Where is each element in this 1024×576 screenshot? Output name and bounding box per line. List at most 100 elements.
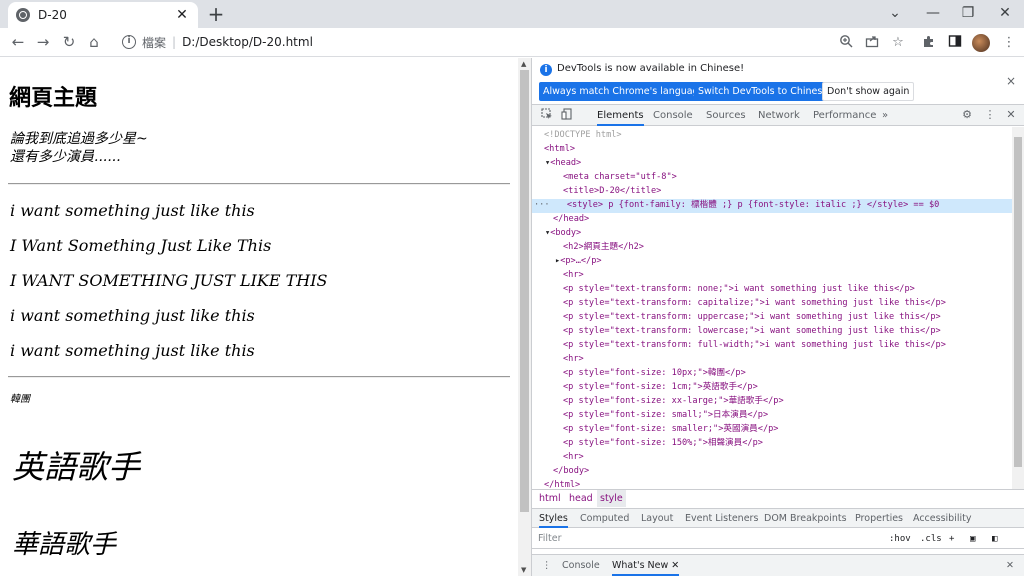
maximize-button[interactable]: ❐: [953, 3, 983, 23]
tab-layout[interactable]: Layout: [641, 509, 673, 528]
close-window-button[interactable]: ✕: [990, 3, 1020, 23]
address-separator: |: [172, 35, 177, 49]
device-toolbar-icon[interactable]: [560, 108, 574, 122]
scroll-down-icon[interactable]: ▼: [521, 566, 526, 574]
devtools-tabbar: Elements Console Sources Network Perform…: [532, 104, 1024, 126]
tab-event-listeners[interactable]: Event Listeners: [685, 509, 758, 528]
menu-icon[interactable]: ⋮: [1000, 34, 1018, 52]
dom-node[interactable]: <p style="text-transform: capitalize;">i…: [532, 297, 1012, 311]
tab-sources[interactable]: Sources: [706, 105, 746, 126]
drawer-tab-whats-new[interactable]: What's New ✕: [612, 555, 680, 576]
page-viewport: 網頁主題 論我到底追過多少星~ 還有多少演員...... i want some…: [0, 58, 518, 576]
scroll-thumb[interactable]: [520, 70, 529, 512]
tab-performance[interactable]: Performance: [813, 105, 876, 126]
dom-node[interactable]: <html>: [532, 143, 1012, 157]
dom-node[interactable]: <p style="font-size: smaller;">英國演員</p>: [532, 423, 1012, 437]
breadcrumb-html[interactable]: html: [536, 490, 564, 507]
dom-node[interactable]: <hr>: [532, 269, 1012, 283]
large-text: 英語歌手: [12, 448, 141, 486]
match-language-button[interactable]: Always match Chrome's language: [539, 82, 709, 101]
tab-console[interactable]: Console: [653, 105, 693, 126]
dom-node[interactable]: </head>: [532, 213, 1012, 227]
dom-node[interactable]: <p style="text-transform: full-width;">i…: [532, 339, 1012, 353]
dom-node[interactable]: <h2>網頁主題</h2>: [532, 241, 1012, 255]
scroll-thumb[interactable]: [1014, 137, 1022, 467]
scroll-up-icon[interactable]: ▲: [521, 60, 526, 68]
tab-close-icon[interactable]: ✕: [174, 7, 190, 23]
home-button[interactable]: ⌂: [84, 32, 104, 52]
dom-node[interactable]: <hr>: [532, 451, 1012, 465]
tab-computed[interactable]: Computed: [580, 509, 629, 528]
dom-node[interactable]: <p style="text-transform: none;">i want …: [532, 283, 1012, 297]
drawer-tab-console[interactable]: Console: [562, 555, 600, 576]
drawer-tab-label: What's New: [612, 560, 669, 571]
share-icon[interactable]: [863, 34, 881, 52]
paint-icon[interactable]: ▣: [970, 529, 975, 549]
dom-node[interactable]: <p style="text-transform: lowercase;">i …: [532, 325, 1012, 339]
infobar-close-icon[interactable]: ×: [1006, 74, 1016, 88]
new-rule-icon[interactable]: +: [949, 529, 954, 549]
elements-tree[interactable]: <!DOCTYPE html> <html> ▾<head> <meta cha…: [532, 127, 1012, 490]
extensions-icon[interactable]: [920, 34, 938, 52]
reload-button[interactable]: ↻: [59, 32, 79, 52]
settings-icon[interactable]: ⚙: [960, 108, 974, 122]
filter-input[interactable]: Filter: [538, 529, 562, 549]
dom-node[interactable]: <p style="font-size: 10px;">韓團</p>: [532, 367, 1012, 381]
text-line-none: i want something just like this: [10, 201, 255, 220]
minimize-button[interactable]: —: [918, 3, 948, 23]
dom-node[interactable]: <p style="text-transform: uppercase;">i …: [532, 311, 1012, 325]
browser-tab[interactable]: D-20 ✕: [8, 2, 198, 28]
tab-elements[interactable]: Elements: [597, 105, 644, 126]
close-drawer-icon[interactable]: ✕: [1006, 555, 1014, 576]
dom-node[interactable]: <p style="font-size: small;">日本演員</p>: [532, 409, 1012, 423]
dom-node[interactable]: ▾<body>: [532, 227, 1012, 241]
new-tab-button[interactable]: +: [206, 3, 226, 25]
dom-node-selected[interactable]: ··· <style> p {font-family: 標楷體 ;} p {fo…: [532, 199, 1012, 213]
text-line-uppercase: I WANT SOMETHING JUST LIKE THIS: [10, 271, 328, 290]
poem-line: 論我到底追過多少星~: [10, 131, 148, 147]
dom-node[interactable]: <title>D-20</title>: [532, 185, 1012, 199]
hover-state-toggle[interactable]: :hov: [889, 529, 911, 549]
tab-accessibility[interactable]: Accessibility: [913, 509, 971, 528]
dom-node[interactable]: <hr>: [532, 353, 1012, 367]
inspect-icon[interactable]: [540, 108, 554, 122]
sidebar-toggle-icon[interactable]: ◧: [992, 529, 997, 549]
dom-node[interactable]: ▸<p>…</p>: [532, 255, 1012, 269]
dom-node[interactable]: <p style="font-size: 1cm;">英語歌手</p>: [532, 381, 1012, 395]
tab-title: D-20: [38, 8, 67, 22]
more-tabs-icon[interactable]: »: [882, 105, 888, 126]
tab-dom-breakpoints[interactable]: DOM Breakpoints: [764, 509, 847, 528]
dom-node[interactable]: <p style="font-size: xx-large;">華語歌手</p>: [532, 395, 1012, 409]
zoom-icon[interactable]: [837, 34, 855, 52]
info-icon[interactable]: i: [122, 35, 136, 49]
dom-node[interactable]: <!DOCTYPE html>: [532, 129, 1012, 143]
dom-node[interactable]: ▾<head>: [532, 157, 1012, 171]
drawer-tab-close-icon[interactable]: ✕: [671, 560, 679, 571]
page-scrollbar[interactable]: ▲ ▼: [518, 58, 531, 576]
tab-network[interactable]: Network: [758, 105, 800, 126]
drawer-menu-icon[interactable]: ⋮: [542, 555, 552, 576]
customize-menu-icon[interactable]: ⋮: [983, 108, 997, 122]
tab-styles[interactable]: Styles: [539, 509, 568, 528]
tab-search-icon[interactable]: ⌄: [880, 3, 910, 23]
forward-button[interactable]: →: [33, 32, 53, 52]
sidepanel-icon[interactable]: [946, 34, 964, 52]
close-devtools-icon[interactable]: ✕: [1004, 108, 1018, 122]
breadcrumb-head[interactable]: head: [566, 490, 596, 507]
dont-show-button[interactable]: Don't show again: [822, 82, 915, 101]
switch-language-button[interactable]: Switch DevTools to Chinese: [694, 82, 833, 101]
elements-scrollbar[interactable]: [1012, 127, 1024, 489]
tab-properties[interactable]: Properties: [855, 509, 903, 528]
avatar[interactable]: [972, 34, 990, 52]
styles-tabbar: Styles Computed Layout Event Listeners D…: [532, 508, 1024, 528]
dom-node[interactable]: <p style="font-size: 150%;">相聲演員</p>: [532, 437, 1012, 451]
address-bar[interactable]: i 檔案 | D:/Desktop/D-20.html: [112, 30, 912, 54]
console-drawer: ⋮ Console What's New ✕ ✕: [532, 554, 1024, 576]
class-toggle[interactable]: .cls: [920, 529, 942, 549]
back-button[interactable]: ←: [8, 32, 28, 52]
star-icon[interactable]: ☆: [889, 34, 907, 52]
breadcrumb: html head style: [532, 489, 1024, 507]
breadcrumb-style[interactable]: style: [597, 490, 626, 507]
dom-node[interactable]: <meta charset="utf-8">: [532, 171, 1012, 185]
dom-node[interactable]: </body>: [532, 465, 1012, 479]
